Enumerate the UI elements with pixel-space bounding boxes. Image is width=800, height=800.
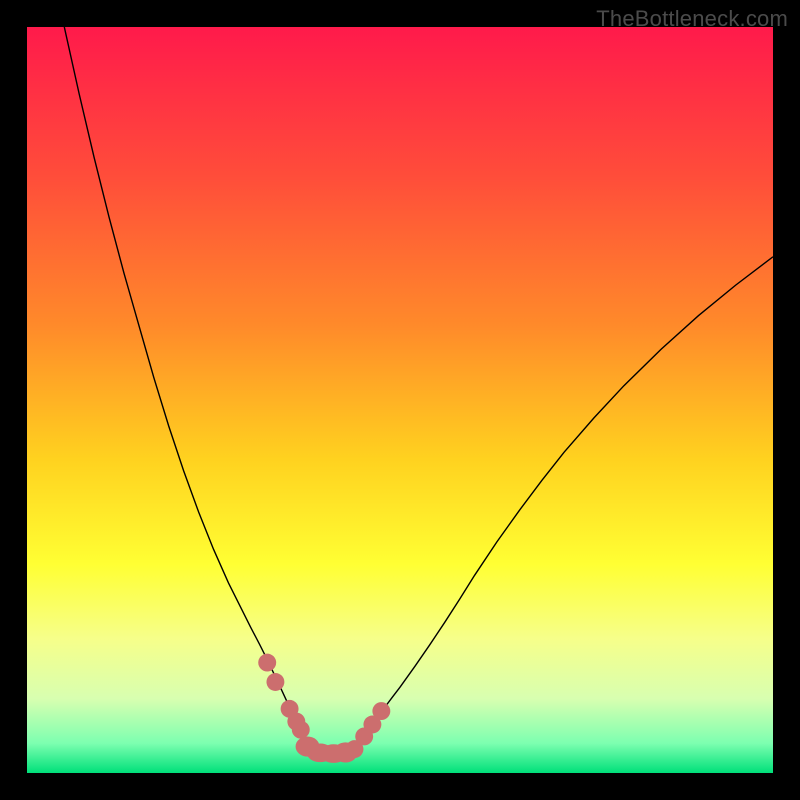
chart-canvas [27, 27, 773, 773]
marker-dot [266, 673, 284, 691]
marker-dot [372, 702, 390, 720]
marker-dot [258, 654, 276, 672]
watermark-text: TheBottleneck.com [596, 6, 788, 32]
marker-dot [292, 721, 310, 739]
outer-frame: TheBottleneck.com [0, 0, 800, 800]
gradient-background [27, 27, 773, 773]
